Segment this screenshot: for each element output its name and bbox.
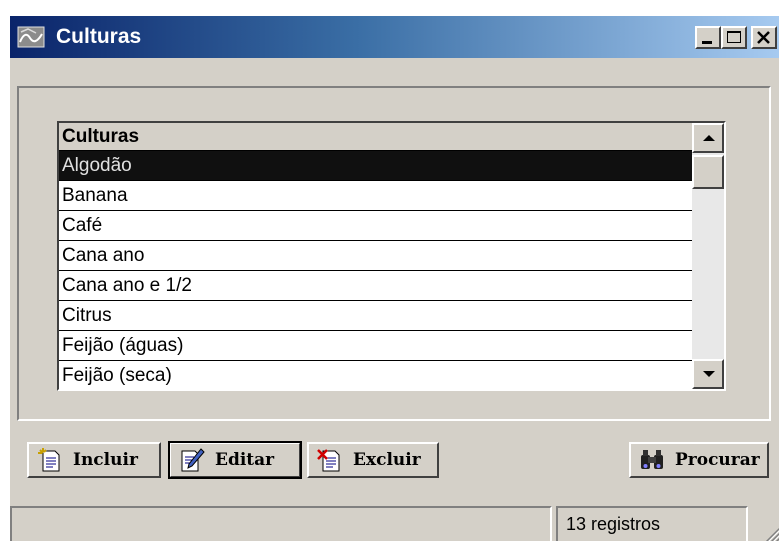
minimize-icon xyxy=(702,41,712,44)
editar-label: Editar xyxy=(215,450,275,470)
incluir-button[interactable]: Incluir xyxy=(27,442,161,478)
edit-document-icon xyxy=(181,448,205,472)
grid-row[interactable]: Citrus xyxy=(59,301,692,331)
grid-panel: Culturas Algodão Banana Café Cana ano Ca… xyxy=(17,86,771,421)
arrow-up-icon xyxy=(703,135,715,141)
record-count: 13 registros xyxy=(556,506,748,541)
grid-header-culturas[interactable]: Culturas xyxy=(59,123,692,151)
grid-row-selected[interactable]: Algodão xyxy=(59,151,692,181)
add-document-icon xyxy=(38,448,60,472)
close-button[interactable] xyxy=(751,26,777,49)
app-icon xyxy=(17,26,45,48)
grid-row[interactable]: Feijão (águas) xyxy=(59,331,692,361)
maximize-icon xyxy=(727,31,741,43)
binoculars-icon xyxy=(641,450,663,469)
scroll-thumb[interactable] xyxy=(692,155,724,189)
excluir-button[interactable]: Excluir xyxy=(307,442,439,478)
status-bar: 13 registros xyxy=(10,506,779,541)
grid-row[interactable]: Cana ano xyxy=(59,241,692,271)
grid-row[interactable]: Banana xyxy=(59,181,692,211)
close-icon xyxy=(757,31,770,44)
grid-row[interactable]: Cana ano e 1/2 xyxy=(59,271,692,301)
status-panel-left xyxy=(10,506,552,541)
window-title: Culturas xyxy=(56,25,142,48)
procurar-label: Procurar xyxy=(675,450,760,470)
scroll-up-button[interactable] xyxy=(692,123,724,153)
vertical-scrollbar[interactable] xyxy=(692,123,724,389)
grid-row[interactable]: Café xyxy=(59,211,692,241)
delete-document-icon xyxy=(317,449,340,472)
title-bar[interactable]: Culturas xyxy=(10,16,779,58)
arrow-down-icon xyxy=(703,371,715,377)
grid-row[interactable]: Feijão (seca) xyxy=(59,361,692,389)
resize-grip-icon[interactable] xyxy=(761,523,779,541)
incluir-label: Incluir xyxy=(73,450,138,470)
procurar-button[interactable]: Procurar xyxy=(629,442,769,478)
excluir-label: Excluir xyxy=(353,450,421,470)
minimize-button[interactable] xyxy=(695,26,721,49)
editar-button[interactable]: Editar xyxy=(168,441,302,479)
maximize-button[interactable] xyxy=(721,26,747,49)
grid-list: Culturas Algodão Banana Café Cana ano Ca… xyxy=(59,123,692,389)
scroll-down-button[interactable] xyxy=(692,359,724,389)
culturas-grid[interactable]: Culturas Algodão Banana Café Cana ano Ca… xyxy=(57,121,726,391)
culturas-window: Culturas Culturas Algodão Banana Café Ca… xyxy=(8,14,779,541)
